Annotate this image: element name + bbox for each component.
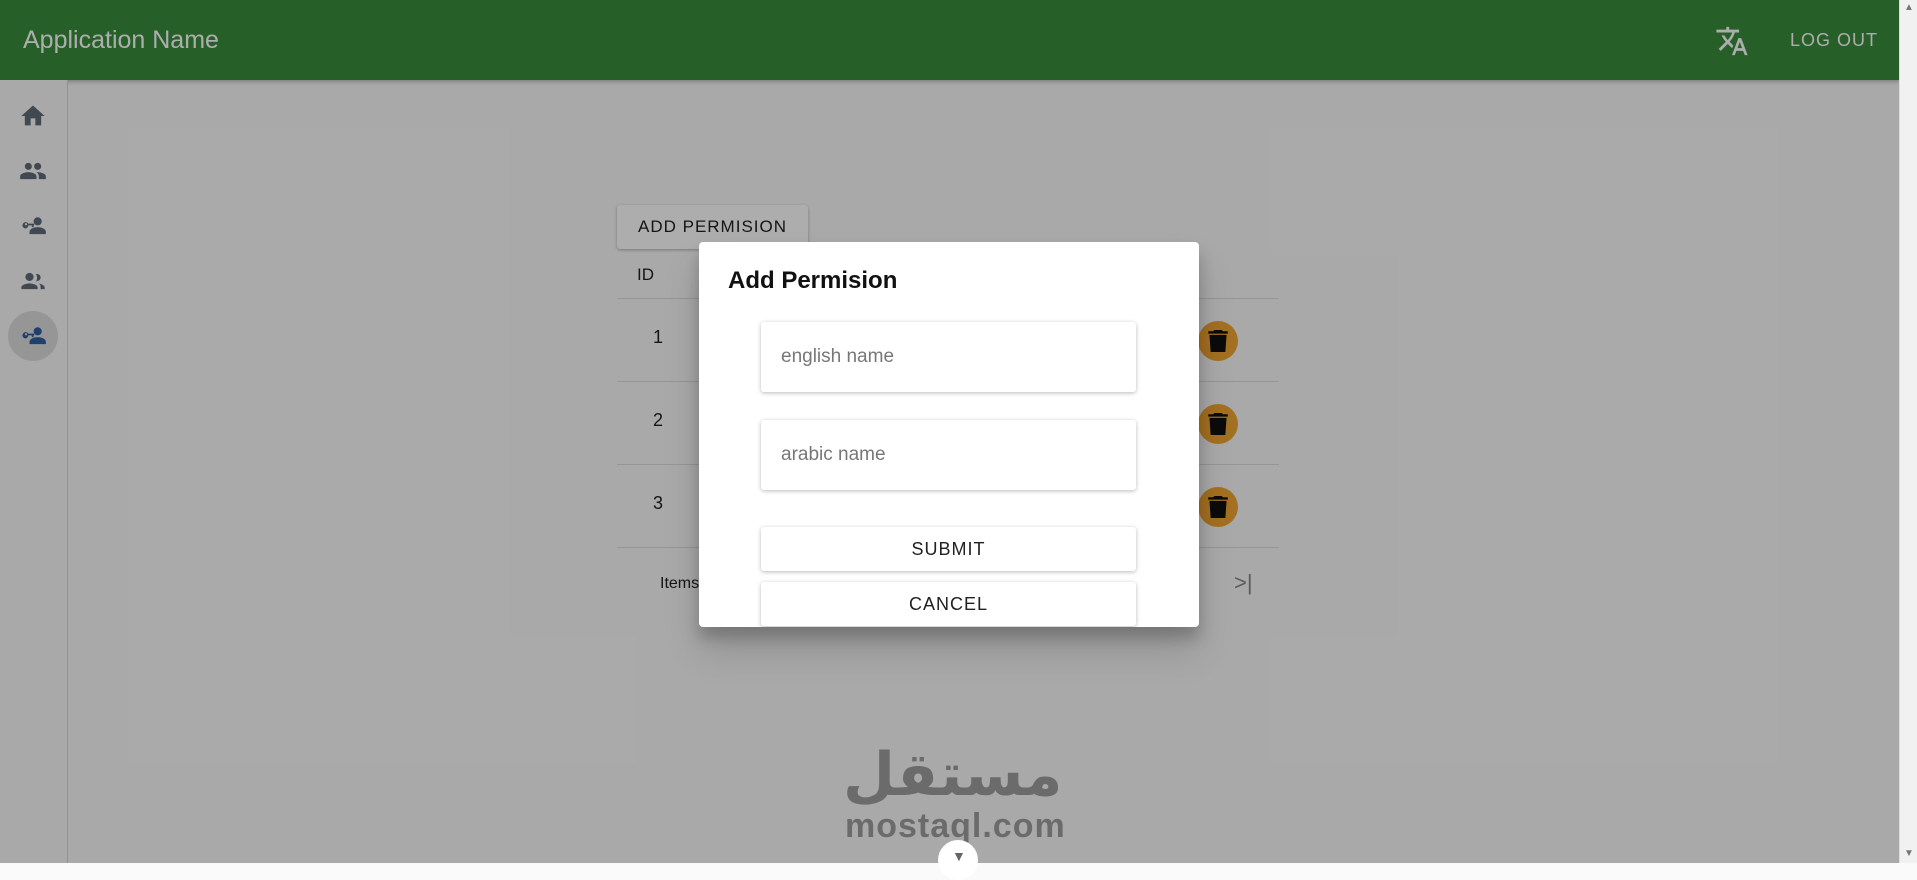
scroll-down-button[interactable]: ▼ (938, 840, 978, 880)
chevron-down-icon: ▼ (952, 848, 966, 864)
arabic-name-field (761, 420, 1136, 490)
submit-button[interactable]: SUBMIT (761, 527, 1136, 571)
scroll-down-arrow-icon[interactable]: ▼ (1904, 848, 1914, 859)
arabic-name-input[interactable] (761, 420, 1136, 490)
english-name-input[interactable] (761, 322, 1136, 392)
dialog-title: Add Permision (728, 267, 898, 294)
scroll-up-arrow-icon[interactable]: ▲ (1904, 2, 1914, 13)
cancel-button[interactable]: CANCEL (761, 582, 1136, 626)
english-name-field (761, 322, 1136, 392)
page-scrollbar[interactable]: ▲ ▼ (1899, 0, 1917, 863)
add-permission-dialog: Add Permision SUBMIT CANCEL (699, 242, 1199, 627)
